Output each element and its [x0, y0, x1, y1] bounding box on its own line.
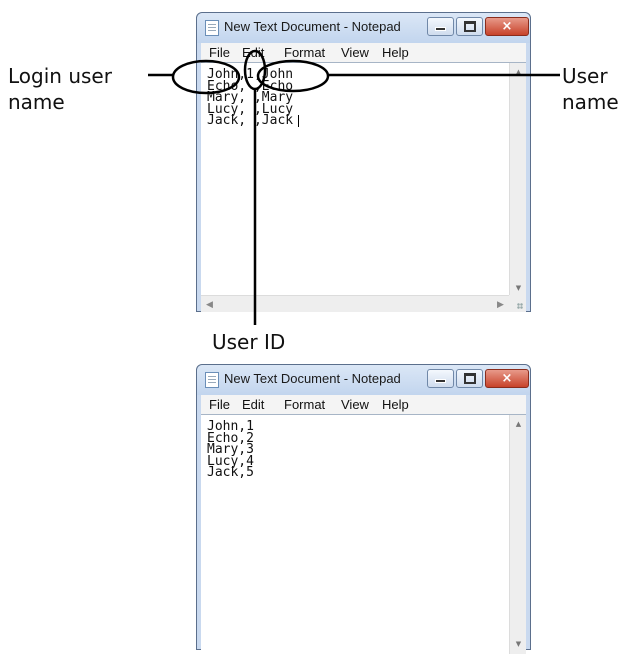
scroll-down-arrow-icon[interactable]: ▼: [510, 279, 526, 296]
vertical-scrollbar[interactable]: ▲ ▼: [509, 415, 526, 654]
maximize-icon: [463, 373, 476, 384]
title-bar[interactable]: New Text Document - Notepad ×: [197, 365, 530, 395]
menu-file[interactable]: File: [209, 397, 230, 412]
minimize-icon: [435, 378, 446, 383]
notepad-icon: [205, 372, 219, 388]
scroll-right-arrow-icon[interactable]: ▶: [492, 296, 509, 312]
minimize-button[interactable]: [427, 17, 454, 36]
menu-view[interactable]: View: [341, 45, 369, 60]
user-name-label-line2: name: [562, 90, 619, 114]
maximize-button[interactable]: [456, 17, 483, 36]
menu-edit[interactable]: Edit: [242, 45, 264, 60]
menu-bar: File Edit Format View Help: [201, 395, 526, 414]
close-icon: ×: [501, 19, 513, 34]
menu-bar: File Edit Format View Help: [201, 43, 526, 62]
notepad-window-after: New Text Document - Notepad × File Edit …: [196, 364, 531, 654]
text-editor[interactable]: John,1,John Echo, ,Echo Mary, ,Mary Lucy…: [201, 62, 526, 312]
login-user-name-label-line1: Login user: [8, 64, 112, 88]
minimize-icon: [435, 26, 446, 31]
minimize-button[interactable]: [427, 369, 454, 388]
text-line: Jack,5: [207, 465, 254, 480]
close-button[interactable]: ×: [485, 17, 529, 36]
menu-edit[interactable]: Edit: [242, 397, 264, 412]
close-icon: ×: [501, 371, 513, 386]
horizontal-scrollbar[interactable]: ◀ ▶: [201, 295, 509, 312]
text-line: Jack, ,Jack: [207, 113, 294, 128]
window-title: New Text Document - Notepad: [224, 371, 401, 386]
user-id-label: User ID: [212, 330, 286, 354]
menu-format[interactable]: Format: [284, 397, 325, 412]
resize-grip-icon[interactable]: [509, 295, 526, 312]
text-editor[interactable]: John,1 Echo,2 Mary,3 Lucy,4 Jack,5 ▲ ▼: [201, 414, 526, 654]
title-bar[interactable]: New Text Document - Notepad ×: [197, 13, 530, 43]
maximize-button[interactable]: [456, 369, 483, 388]
menu-file[interactable]: File: [209, 45, 230, 60]
close-button[interactable]: ×: [485, 369, 529, 388]
maximize-icon: [463, 21, 476, 32]
scroll-down-arrow-icon[interactable]: ▼: [510, 635, 526, 652]
login-user-name-label-line2: name: [8, 90, 65, 114]
login-user-name-label: Login user name: [8, 63, 112, 115]
text-caret: [298, 115, 299, 127]
vertical-scrollbar[interactable]: ▲ ▼: [509, 63, 526, 296]
scroll-up-arrow-icon[interactable]: ▲: [510, 63, 526, 80]
notepad-icon: [205, 20, 219, 36]
scroll-left-arrow-icon[interactable]: ◀: [201, 296, 218, 312]
user-name-label-line1: User: [562, 64, 608, 88]
window-title: New Text Document - Notepad: [224, 19, 401, 34]
menu-help[interactable]: Help: [382, 397, 409, 412]
notepad-window-before: New Text Document - Notepad × File Edit …: [196, 12, 531, 312]
menu-view[interactable]: View: [341, 397, 369, 412]
menu-help[interactable]: Help: [382, 45, 409, 60]
scroll-up-arrow-icon[interactable]: ▲: [510, 415, 526, 432]
menu-format[interactable]: Format: [284, 45, 325, 60]
user-name-label: User name: [562, 63, 619, 115]
